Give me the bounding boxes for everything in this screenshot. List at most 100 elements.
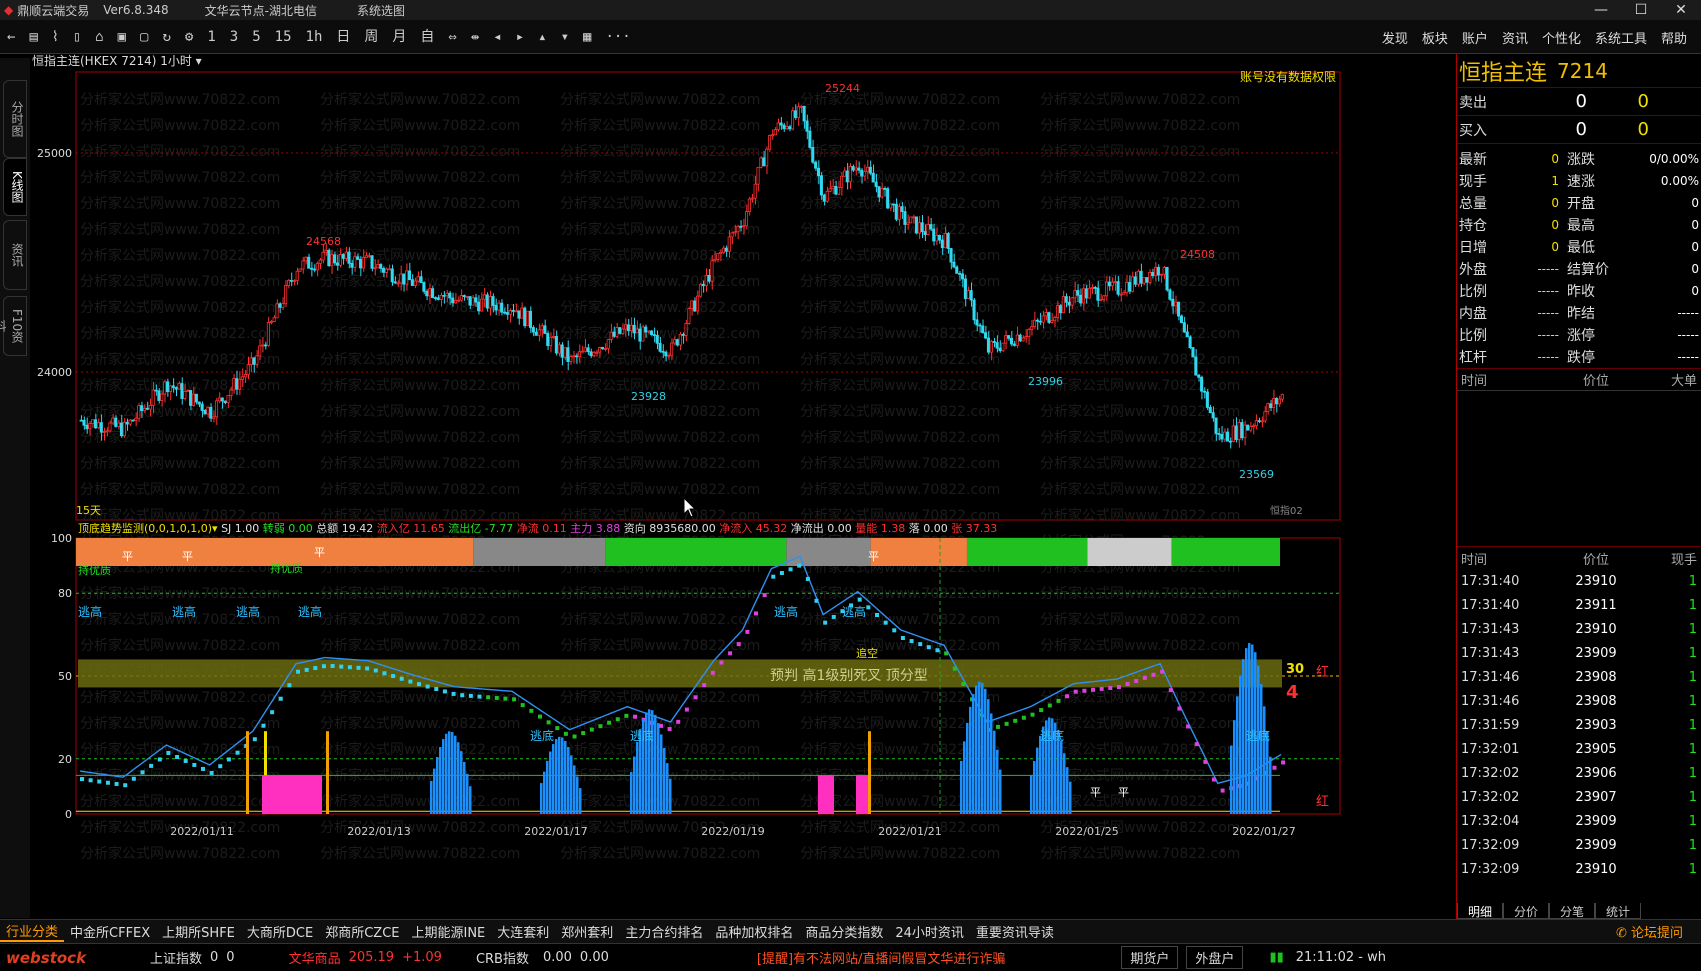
toolbar-nav-icon[interactable]: ▴ [531,20,553,54]
quote-value: 0.00% [1660,174,1699,188]
bottom-tab[interactable]: 行业分类 [0,921,65,942]
toolbar-nav-icon[interactable]: ▾ [554,20,576,54]
toolbar-tool-icon[interactable]: ⚙ [178,20,200,54]
trend-dot [900,636,905,640]
watermark-text: 分析家公式网www.70822.com [560,273,760,290]
bottom-tab[interactable]: 中金所CFFEX [64,922,156,941]
bottom-tab[interactable]: 商品分类指数 [799,922,889,941]
detail-tab[interactable]: 统计 [1595,903,1642,919]
toolbar-tool-icon[interactable]: ⌇ [45,20,66,54]
period-button[interactable]: 月 [385,20,413,54]
bottom-tab[interactable]: 大商所DCE [241,922,319,941]
bottom-tab[interactable]: 24小时资讯 [889,922,970,941]
toolbar-nav-icon[interactable]: ⇔ [441,20,463,54]
tick-volume: 1 [1688,861,1697,877]
bottom-tab[interactable]: 上期能源INE [406,922,492,941]
outer-account-button[interactable]: 外盘户 [1186,946,1244,969]
topnav-item[interactable]: 个性化 [1542,28,1581,47]
bottom-tab[interactable]: 郑商所CZCE [319,922,405,941]
bottom-tab[interactable]: 重要资讯导读 [970,922,1060,941]
toolbar-tool-icon[interactable]: ⌂ [88,20,110,54]
tick-list[interactable]: 17:31:40 23910 1 17:31:40 23911 1 17:31:43 2391… [1457,569,1701,881]
candle-body [1102,295,1106,300]
tick-time: 17:32:09 [1461,861,1520,877]
volume-bar [1260,684,1263,814]
toolbar-tool-icon[interactable]: ← [0,20,22,54]
sh-index-label[interactable]: 上证指数 [150,948,202,967]
detail-tab[interactable]: 明细 [1457,903,1504,919]
period-button[interactable]: 1h [299,20,330,54]
period-button[interactable]: 自 [413,20,441,54]
candle-body [583,347,587,352]
period-button[interactable]: 5 [245,20,267,54]
trend-dot [131,776,136,781]
tab-timeshare[interactable]: 分时图 [3,80,27,158]
server-node[interactable]: 文华云节点-湖北电信 [205,2,317,19]
notice-text[interactable]: [提醒]有不法网站/直播间假冒文华进行诈骗 [757,948,1006,967]
candle-body [914,216,918,234]
chart-area[interactable]: 分析家公式网www.70822.com 分析家公式网www.70822.com 分析… [30,53,1456,919]
crb-label[interactable]: CRB指数 [476,948,529,967]
contract-code: 7214 [1557,58,1608,83]
futures-account-button[interactable]: 期货户 [1121,946,1179,969]
period-button[interactable]: 1 [200,20,222,54]
candle-body [379,264,383,269]
system-menu[interactable]: 系统选图 [357,2,405,19]
marker-30: 30 [1286,662,1304,677]
watermark-text: 分析家公式网www.70822.com [320,195,520,212]
flat-label: 平 [1090,786,1101,799]
bottom-tab[interactable]: 大连套利 [491,922,555,941]
chase-label: 追空 [856,646,878,660]
topnav-item[interactable]: 帮助 [1661,28,1687,47]
detail-tab[interactable]: 分笔 [1549,903,1596,919]
maximize-button[interactable]: ☐ [1621,0,1661,20]
detail-tab[interactable]: 分价 [1503,903,1550,919]
bottom-tab[interactable]: 主力合约排名 [619,922,709,941]
toolbar-tool-icon[interactable]: ▤ [22,20,44,54]
volume-bar [978,681,981,814]
trend-dot [1004,721,1009,726]
forum-button[interactable]: ✆ 论坛提问 [1616,922,1683,941]
close-button[interactable]: ✕ [1661,0,1701,20]
wh-index-label[interactable]: 文华商品 [289,948,341,967]
topnav-item[interactable]: 资讯 [1502,28,1528,47]
candle-body [125,421,129,425]
topnav-item[interactable]: 系统工具 [1595,28,1647,47]
tab-kline[interactable]: K线图 [3,158,27,216]
period-button[interactable]: 3 [223,20,245,54]
candle-body [140,405,144,412]
period-button[interactable]: 周 [357,20,385,54]
toolbar-tool-icon[interactable]: ▯ [66,20,88,54]
watermark-text: 分析家公式网www.70822.com [560,403,760,420]
tab-news[interactable]: 资讯 [3,220,27,290]
candle-body [566,347,570,362]
tab-f10[interactable]: F10资料 [0,296,27,356]
bottom-tab[interactable]: 品种加权排名 [709,922,799,941]
trend-dot [1091,687,1096,692]
trend-band-segment [605,538,787,566]
topnav-item[interactable]: 发现 [1382,28,1408,47]
topnav-item[interactable]: 板块 [1422,28,1448,47]
watermark-text: 分析家公式网www.70822.com [320,845,520,862]
period-button[interactable]: 日 [329,20,357,54]
toolbar-nav-icon[interactable]: ··· [598,20,637,54]
bottom-tab[interactable]: 上期所SHFE [156,922,241,941]
toolbar-nav-icon[interactable]: ▦ [576,20,598,54]
candle-body [724,247,728,252]
period-button[interactable]: 15 [268,20,299,54]
candle-body [675,339,679,346]
minimize-button[interactable]: — [1581,0,1621,20]
candle-body [503,311,507,314]
toolbar-tool-icon[interactable]: ↻ [155,20,177,54]
kline-chart-svg[interactable]: 分析家公式网www.70822.com 分析家公式网www.70822.com 分析… [30,53,1456,919]
toolbar-tool-icon[interactable]: ▣ [111,20,133,54]
bottom-tab[interactable]: 郑州套利 [555,922,619,941]
topnav-item[interactable]: 账户 [1462,28,1488,47]
candle-body [693,300,697,312]
candle-body [384,268,389,273]
toolbar-nav-icon[interactable]: ⇹ [464,20,486,54]
toolbar-tool-icon[interactable]: ▢ [133,20,155,54]
watermark-text: 分析家公式网www.70822.com [1040,221,1240,238]
toolbar-nav-icon[interactable]: ◂ [486,20,508,54]
toolbar-nav-icon[interactable]: ▸ [509,20,531,54]
